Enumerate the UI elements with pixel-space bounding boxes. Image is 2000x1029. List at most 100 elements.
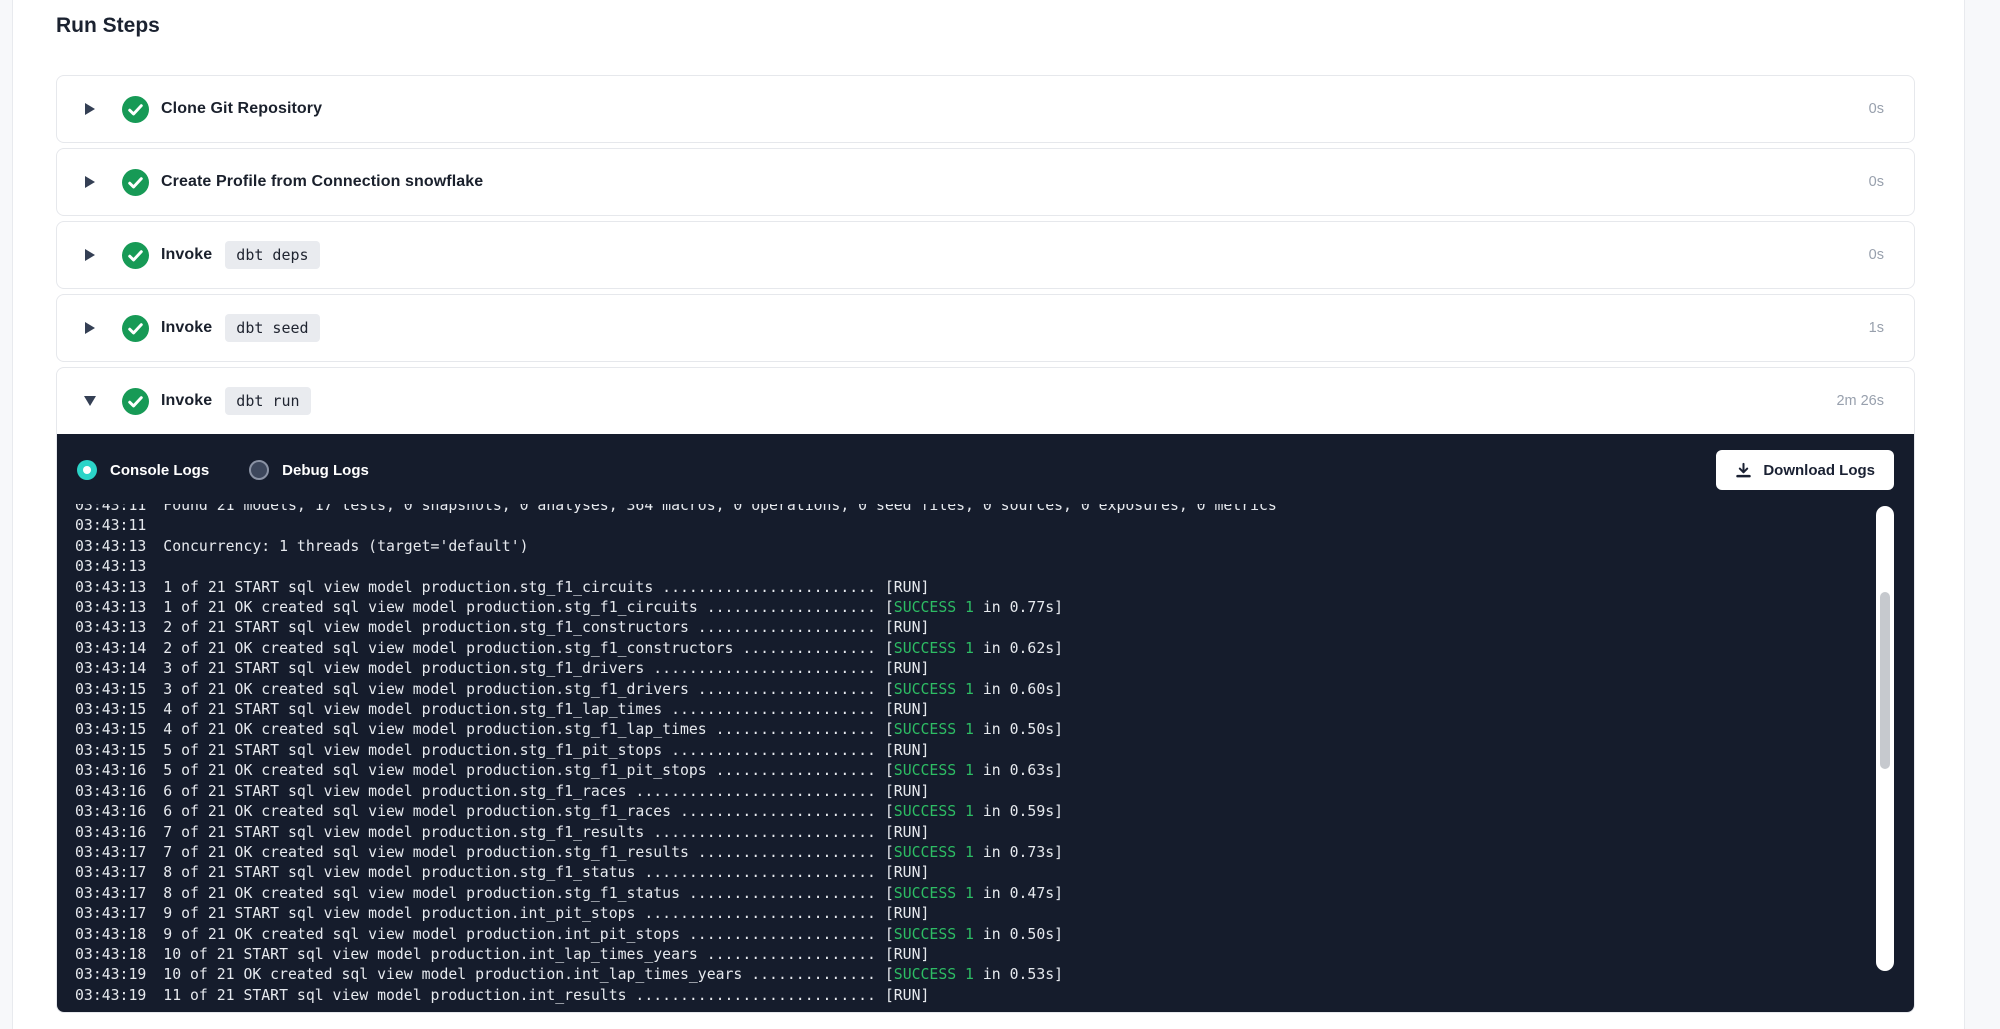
log-line: 03:43:189 of 21 OK created sql view mode… — [75, 925, 1914, 945]
run-step-header[interactable]: Invokedbt run2m 26s — [57, 368, 1914, 434]
log-line: 03:43:177 of 21 OK created sql view mode… — [75, 843, 1914, 863]
run-steps-section: Run Steps Clone Git Repository 0s Create P… — [56, 0, 1915, 1013]
chevron-right-icon[interactable] — [83, 248, 97, 262]
log-line: 03:43:17 8 of 21 OK created sql view mode… — [75, 884, 1914, 904]
log-timestamp: 03:43:16 — [75, 802, 146, 822]
step-duration: 0s — [1869, 247, 1884, 263]
log-message-suffix: in 0.77s] — [974, 599, 1063, 616]
log-message: 8 of 21 START sql view model production.… — [163, 864, 929, 881]
log-line: 03:43:167 of 21 START sql view model pro… — [75, 823, 1914, 843]
download-logs-button[interactable]: Download Logs — [1716, 450, 1894, 490]
log-message: 8 of 21 OK created sql view model produc… — [163, 885, 894, 902]
chevron-down-icon[interactable] — [83, 394, 97, 408]
step-label: Invoke — [161, 246, 212, 264]
success-check-icon — [122, 315, 149, 342]
step-duration: 0s — [1869, 101, 1884, 117]
log-timestamp: 03:43:19 — [75, 965, 146, 985]
log-line: 03:43:143 of 21 START sql view model pro… — [75, 659, 1914, 679]
run-step-header[interactable]: Clone Git Repository 0s — [57, 76, 1914, 142]
log-timestamp: 03:43:15 — [75, 741, 146, 761]
log-line: 03:43:132 of 21 START sql view model pro… — [75, 618, 1914, 638]
debug-logs-radio[interactable]: Debug Logs — [249, 460, 369, 480]
log-timestamp: 03:43:13 — [75, 598, 146, 618]
log-message: 11 of 21 START sql view model production… — [163, 987, 929, 1004]
run-step-header[interactable]: Create Profile from Connection snowflake… — [57, 149, 1914, 215]
log-line: 03:43:155 of 21 START sql view model pro… — [75, 741, 1914, 761]
log-timestamp: 03:43:18 — [75, 945, 146, 965]
run-step-card: Invokedbt run2m 26s Console Logs Debug Log… — [56, 367, 1915, 1013]
log-message: 9 of 21 OK created sql view model produc… — [163, 926, 894, 943]
log-message-suffix: in 0.47s] — [974, 885, 1063, 902]
radio-selected-icon[interactable] — [77, 460, 97, 480]
success-check-icon — [122, 96, 149, 123]
log-timestamp: 03:43:13 — [75, 537, 146, 557]
log-line: 03:43:166 of 21 OK created sql view mode… — [75, 802, 1914, 822]
step-duration: 1s — [1869, 320, 1884, 336]
log-line: 03:43:19 10 of 21 OK created sql view mod… — [75, 965, 1914, 985]
log-message-suffix: in 0.53s] — [974, 966, 1063, 983]
log-line: 03:43:17 8 of 21 START sql view model pro… — [75, 863, 1914, 883]
log-line: 03:43:16 5 of 21 OK created sql view mode… — [75, 761, 1914, 781]
log-timestamp: 03:43:17 — [75, 843, 146, 863]
log-success-badge: SUCCESS 1 — [894, 681, 974, 698]
log-message: 5 of 21 OK created sql view model produc… — [163, 762, 894, 779]
log-timestamp: 03:43:16 — [75, 761, 146, 781]
log-line: 03:43:153 of 21 OK created sql view mode… — [75, 680, 1914, 700]
radio-unselected-icon[interactable] — [249, 460, 269, 480]
log-message: Found 21 models, 17 tests, 0 snapshots, … — [163, 504, 1277, 514]
step-command-badge: dbt seed — [225, 314, 319, 342]
chevron-right-icon[interactable] — [83, 175, 97, 189]
debug-logs-label: Debug Logs — [282, 462, 369, 479]
log-line: 03:43:1911 of 21 START sql view model pr… — [75, 986, 1914, 1006]
log-success-badge: SUCCESS 1 — [894, 599, 974, 616]
log-message: 7 of 21 START sql view model production.… — [163, 824, 929, 841]
log-success-badge: SUCCESS 1 — [894, 926, 974, 943]
log-line: 03:43:15 4 of 21 START sql view model pro… — [75, 700, 1914, 720]
success-check-icon — [122, 242, 149, 269]
page-right-gutter — [1964, 0, 2000, 1029]
log-timestamp: 03:43:13 — [75, 578, 146, 598]
log-timestamp: 03:43:13 — [75, 557, 146, 577]
console-logs-radio[interactable]: Console Logs — [77, 460, 209, 480]
log-message: 2 of 21 OK created sql view model produc… — [163, 640, 894, 657]
chevron-right-icon[interactable] — [83, 102, 97, 116]
log-timestamp: 03:43:17 — [75, 863, 146, 883]
log-scrollbar-thumb[interactable] — [1880, 592, 1890, 769]
log-lines: 03:43:11 Found 21 models, 17 tests, 0 sna… — [75, 504, 1914, 1006]
log-success-badge: SUCCESS 1 — [894, 721, 974, 738]
step-label: Clone Git Repository — [161, 100, 322, 118]
log-success-badge: SUCCESS 1 — [894, 762, 974, 779]
log-line: 03:43:11 — [75, 516, 1914, 536]
log-message-suffix: in 0.63s] — [974, 762, 1063, 779]
log-timestamp: 03:43:17 — [75, 884, 146, 904]
run-steps-list: Clone Git Repository 0s Create Profile fro… — [56, 75, 1915, 1013]
log-message: 4 of 21 START sql view model production.… — [163, 701, 929, 718]
log-line: 03:43:13 — [75, 557, 1914, 577]
log-message-suffix: in 0.60s] — [974, 681, 1063, 698]
log-line: 03:43:166 of 21 START sql view model pro… — [75, 782, 1914, 802]
log-message-suffix: in 0.50s] — [974, 721, 1063, 738]
run-step-header[interactable]: Invoke dbt deps 0s — [57, 222, 1914, 288]
log-message: 9 of 21 START sql view model production.… — [163, 905, 929, 922]
log-message: Concurrency: 1 threads (target='default'… — [163, 538, 528, 555]
step-command-badge: dbt deps — [225, 241, 319, 269]
log-message: 10 of 21 OK created sql view model produ… — [163, 966, 894, 983]
log-timestamp: 03:43:11 — [75, 516, 146, 536]
log-scrollbar-track[interactable] — [1876, 506, 1894, 971]
log-line: 03:43:11Found 21 models, 17 tests, 0 sna… — [75, 504, 1914, 516]
success-check-icon — [122, 169, 149, 196]
log-line: 03:43:131 of 21 START sql view model pro… — [75, 578, 1914, 598]
log-timestamp: 03:43:16 — [75, 782, 146, 802]
console-toolbar: Console Logs Debug Logs Download Logs — [57, 434, 1914, 490]
step-label: Invoke — [161, 319, 212, 337]
chevron-right-icon[interactable] — [83, 321, 97, 335]
log-line: 03:43:13 Concurrency: 1 threads (target='… — [75, 537, 1914, 557]
run-step-card: Invoke dbt deps 0s — [56, 221, 1915, 289]
page-title: Run Steps — [56, 13, 1915, 39]
log-success-badge: SUCCESS 1 — [894, 966, 974, 983]
console-log-output[interactable]: 03:43:11 Found 21 models, 17 tests, 0 sna… — [57, 504, 1914, 1006]
log-timestamp: 03:43:15 — [75, 700, 146, 720]
step-command-badge: dbt run — [225, 387, 310, 415]
run-step-header[interactable]: Invoke dbt seed 1s — [57, 295, 1914, 361]
log-message: 10 of 21 START sql view model production… — [163, 946, 929, 963]
